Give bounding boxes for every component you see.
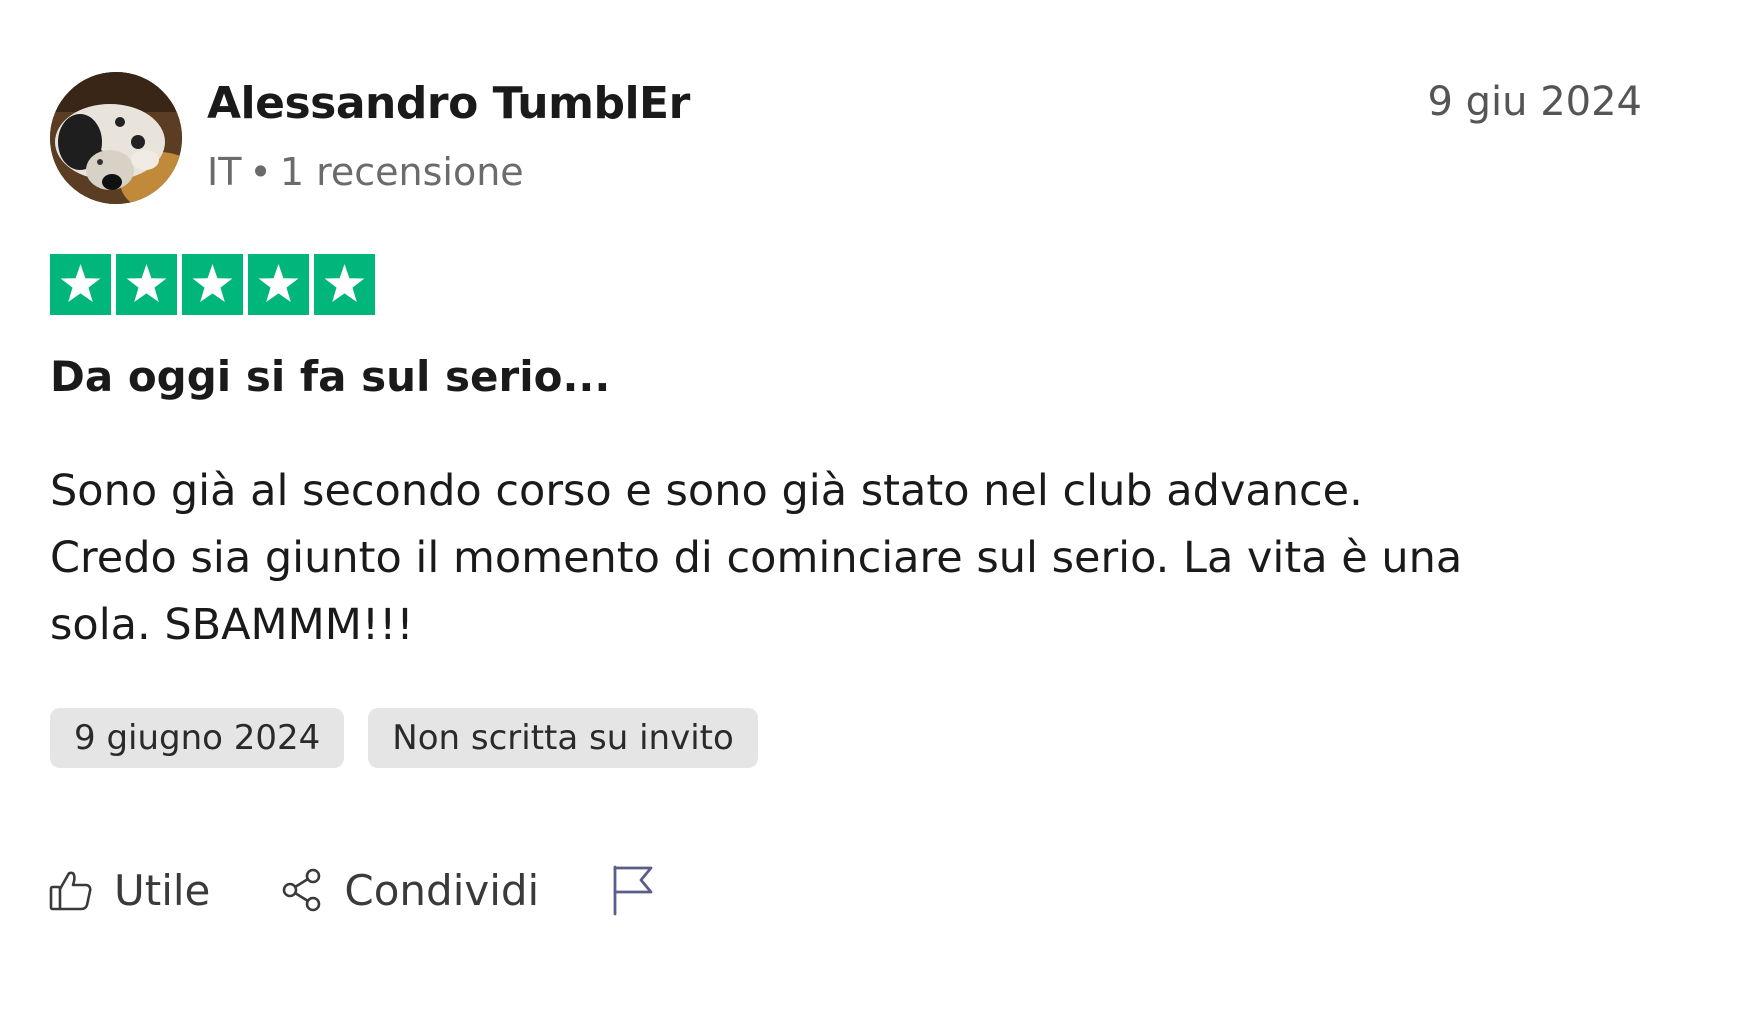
star-icon <box>116 254 177 315</box>
report-button[interactable] <box>611 864 653 916</box>
avatar[interactable] <box>50 72 182 204</box>
experience-date-chip: 9 giugno 2024 <box>50 708 345 768</box>
share-icon <box>280 867 324 913</box>
review-card: Alessandro TumblEr IT • 1 recensione 9 giu… <box>0 0 1752 1024</box>
helpful-button[interactable]: Utile <box>48 866 210 915</box>
invite-status-chip: Non scritta su invito <box>368 708 758 768</box>
review-chips: 9 giugno 2024 Non scritta su invito <box>50 708 758 768</box>
share-button[interactable]: Condividi <box>280 866 539 915</box>
flag-icon <box>611 864 653 916</box>
star-icon <box>314 254 375 315</box>
reviewer-review-count: 1 recensione <box>279 150 524 194</box>
review-body-line: sola. SBAMMM!!! <box>50 600 414 650</box>
review-body-line: Sono già al secondo corso e sono già sta… <box>50 466 1363 516</box>
reviewer-name[interactable]: Alessandro TumblEr <box>207 78 690 130</box>
helpful-label: Utile <box>114 865 211 915</box>
reviewer-meta: IT • 1 recensione <box>207 148 524 196</box>
review-title: Da oggi si fa sul serio... <box>50 352 611 401</box>
share-label: Condividi <box>344 865 540 915</box>
star-icon <box>248 254 309 315</box>
star-icon <box>50 254 111 315</box>
review-actions: Utile Condividi <box>48 858 653 922</box>
meta-separator: • <box>249 150 272 194</box>
avatar-image <box>50 72 182 204</box>
thumbs-up-icon <box>48 867 94 913</box>
review-body: Sono già al secondo corso e sono già sta… <box>50 458 1530 659</box>
review-body-line: Credo sia giunto il momento di cominciar… <box>50 533 1463 583</box>
review-date: 9 giu 2024 <box>1427 79 1642 125</box>
reviewer-country: IT <box>207 150 242 194</box>
star-rating <box>50 254 375 315</box>
star-icon <box>182 254 243 315</box>
